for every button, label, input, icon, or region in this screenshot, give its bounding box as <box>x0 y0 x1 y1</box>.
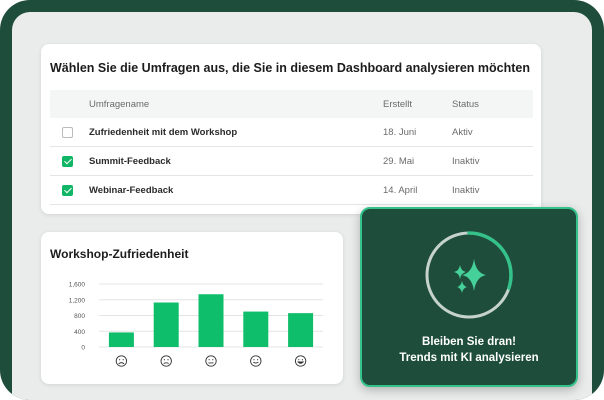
column-header-created[interactable]: Erstellt <box>383 99 412 110</box>
survey-row[interactable]: Zufriedenheit mit dem Workshop 18. Juni … <box>50 118 533 147</box>
ai-trends-card[interactable]: Bleiben Sie dran! Trends mit KI analysie… <box>360 207 578 387</box>
survey-row[interactable]: Summit-Feedback 29. Mai Inaktiv <box>50 147 533 176</box>
survey-name: Zufriedenheit mit dem Workshop <box>89 127 238 138</box>
y-tick-label: 1,200 <box>69 297 86 304</box>
chart-bar[interactable] <box>243 311 269 347</box>
survey-selection-card: Wählen Sie die Umfragen aus, die Sie in … <box>41 44 541 214</box>
very-dissatisfied-face-icon <box>115 355 128 367</box>
survey-status: Inaktiv <box>452 185 480 196</box>
chart-bar[interactable] <box>288 313 314 347</box>
survey-status: Inaktiv <box>452 156 480 167</box>
y-tick-label: 1,600 <box>69 282 86 289</box>
ai-trends-line2: Trends mit KI analysieren <box>399 352 539 364</box>
dissatisfied-face-icon <box>160 355 172 367</box>
satisfied-face-icon <box>250 355 262 367</box>
survey-created: 18. Juni <box>383 127 417 138</box>
y-tick-label: 800 <box>74 313 85 320</box>
chart-bar[interactable] <box>198 294 224 347</box>
satisfaction-chart-card: Workshop-Zufriedenheit 0 400 800 1,200 1,600 <box>41 232 343 384</box>
ai-ring-graphic <box>425 231 513 319</box>
neutral-face-icon <box>205 355 217 367</box>
very-satisfied-face-icon <box>294 355 307 367</box>
survey-row[interactable]: Webinar-Feedback 14. April Inaktiv <box>50 176 533 205</box>
survey-created: 29. Mai <box>383 156 415 167</box>
ai-trends-line1: Bleiben Sie dran! <box>422 336 516 348</box>
survey-created: 14. April <box>383 185 418 196</box>
survey-name: Webinar-Feedback <box>89 185 174 196</box>
chart-bar[interactable] <box>108 332 134 347</box>
column-header-name[interactable]: Umfragename <box>89 99 149 110</box>
y-tick-label: 0 <box>81 345 85 352</box>
survey-checkbox-checked[interactable] <box>62 185 73 196</box>
satisfaction-bar-chart: 0 400 800 1,200 1,600 <box>69 282 323 367</box>
survey-table-header: Umfragename Erstellt Status <box>50 90 533 118</box>
survey-name: Summit-Feedback <box>89 156 171 167</box>
sparkles-icon <box>454 259 486 293</box>
survey-status: Aktiv <box>452 127 473 138</box>
y-tick-label: 400 <box>74 329 85 336</box>
column-header-status[interactable]: Status <box>452 99 479 110</box>
outer-frame: Wählen Sie die Umfragen aus, die Sie in … <box>0 0 604 400</box>
survey-checkbox[interactable] <box>62 127 73 138</box>
ai-trends-text: Bleiben Sie dran! Trends mit KI analysie… <box>362 334 576 366</box>
chart-bar[interactable] <box>153 302 179 347</box>
survey-checkbox-checked[interactable] <box>62 156 73 167</box>
survey-selection-title: Wählen Sie die Umfragen aus, die Sie in … <box>50 61 531 75</box>
